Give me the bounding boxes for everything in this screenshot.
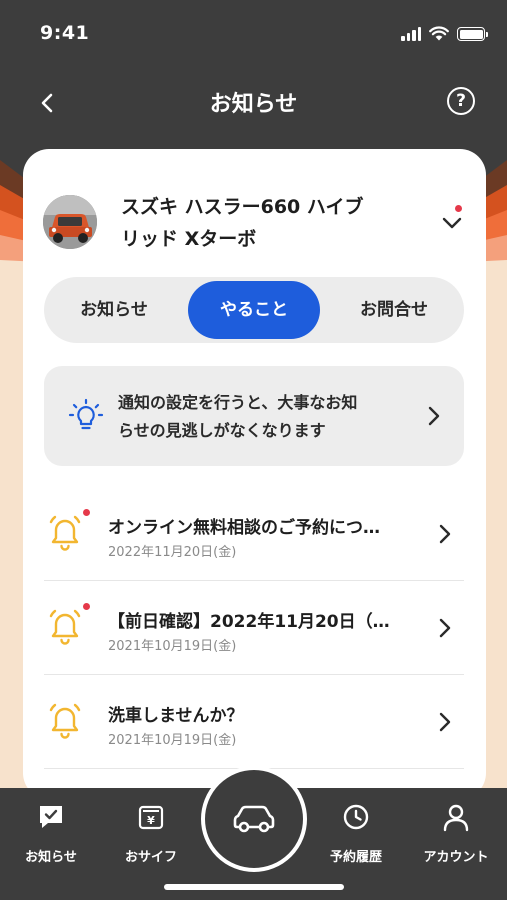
banner-text: 通知の設定を行うと、大事なお知 らせの見逃しがなくなります (118, 389, 418, 445)
tab-todo[interactable]: やること (188, 281, 320, 339)
tab-notices[interactable]: お知らせ (48, 281, 180, 339)
bell-icon (49, 515, 81, 551)
bell-icon (49, 609, 81, 645)
nav-item-car[interactable] (201, 766, 307, 872)
nav-item-notices[interactable]: お知らせ (6, 802, 96, 865)
nav-label: アカウント (423, 850, 489, 865)
chevron-right-icon (439, 712, 451, 732)
lightbulb-icon (68, 398, 104, 430)
nav-label: 予約履歴 (329, 850, 382, 865)
nav-item-wallet[interactable]: ¥ おサイフ (106, 802, 196, 865)
bottom-nav: お知らせ ¥ おサイフ 予約履歴 アカウント (0, 766, 507, 900)
chevron-down-icon[interactable] (440, 211, 464, 235)
message-check-icon (40, 806, 62, 828)
notice-title: 洗車しませんか？ (108, 706, 244, 726)
car-icon (233, 805, 275, 833)
bell-icon (49, 703, 81, 739)
notice-date: 2021年10月19日(金) (108, 639, 237, 654)
clock-icon (343, 804, 369, 830)
nav-item-account[interactable]: アカウント (411, 802, 501, 865)
cellular-signal-icon (401, 27, 421, 41)
battery-icon (457, 27, 488, 41)
wallet-yen-icon: ¥ (138, 805, 164, 830)
tab-inquiries[interactable]: お問合せ (328, 281, 460, 339)
status-time: 9:41 (40, 22, 90, 44)
status-bar: 9:41 (0, 0, 507, 66)
chevron-right-icon (428, 406, 440, 426)
header: お知らせ ? (0, 70, 507, 134)
vehicle-name: スズキ ハスラー660 ハイブ リッド Xターボ (121, 191, 411, 255)
nav-label: お知らせ (25, 850, 77, 865)
list-item[interactable]: オンライン無料相談のご予約につ… 2022年11月20日(金) (44, 487, 464, 581)
notice-title: 【前日確認】2022年11月20日（… (108, 612, 390, 632)
chevron-right-icon (439, 524, 451, 544)
banner-text-line2: らせの見逃しがなくなります (118, 421, 326, 440)
wifi-icon (429, 26, 449, 41)
vehicle-selector[interactable]: スズキ ハスラー660 ハイブ リッド Xターボ (23, 149, 486, 269)
svg-text:¥: ¥ (147, 814, 155, 827)
list-item[interactable]: 洗車しませんか？ 2021年10月19日(金) (44, 675, 464, 769)
notice-date: 2022年11月20日(金) (108, 545, 237, 560)
chevron-right-icon (439, 618, 451, 638)
notice-list: オンライン無料相談のご予約につ… 2022年11月20日(金) 【前日確認】20… (44, 487, 464, 769)
banner-text-line1: 通知の設定を行うと、大事なお知 (118, 393, 358, 412)
notice-date: 2021年10月19日(金) (108, 733, 237, 748)
notice-title: オンライン無料相談のご予約につ… (108, 518, 380, 538)
vehicle-name-line2: リッド Xターボ (121, 228, 257, 250)
unread-dot (83, 509, 90, 516)
vehicle-photo-icon (43, 195, 97, 249)
page-title: お知らせ (209, 92, 298, 117)
nav-item-reservations[interactable]: 予約履歴 (311, 802, 401, 865)
list-item[interactable]: 【前日確認】2022年11月20日（… 2021年10月19日(金) (44, 581, 464, 675)
unread-dot (83, 603, 90, 610)
help-button[interactable]: ? (447, 87, 475, 115)
status-icons (401, 26, 488, 41)
main-card: スズキ ハスラー660 ハイブ リッド Xターボ お知らせ やること お問合せ … (23, 149, 486, 799)
home-indicator (164, 884, 344, 890)
user-icon (443, 804, 469, 832)
vehicle-avatar (43, 195, 97, 249)
vehicle-name-line1: スズキ ハスラー660 ハイブ (121, 196, 364, 218)
segment-tabs: お知らせ やること お問合せ (44, 277, 464, 343)
notification-settings-banner[interactable]: 通知の設定を行うと、大事なお知 らせの見逃しがなくなります (44, 366, 464, 466)
nav-label: おサイフ (124, 850, 177, 865)
